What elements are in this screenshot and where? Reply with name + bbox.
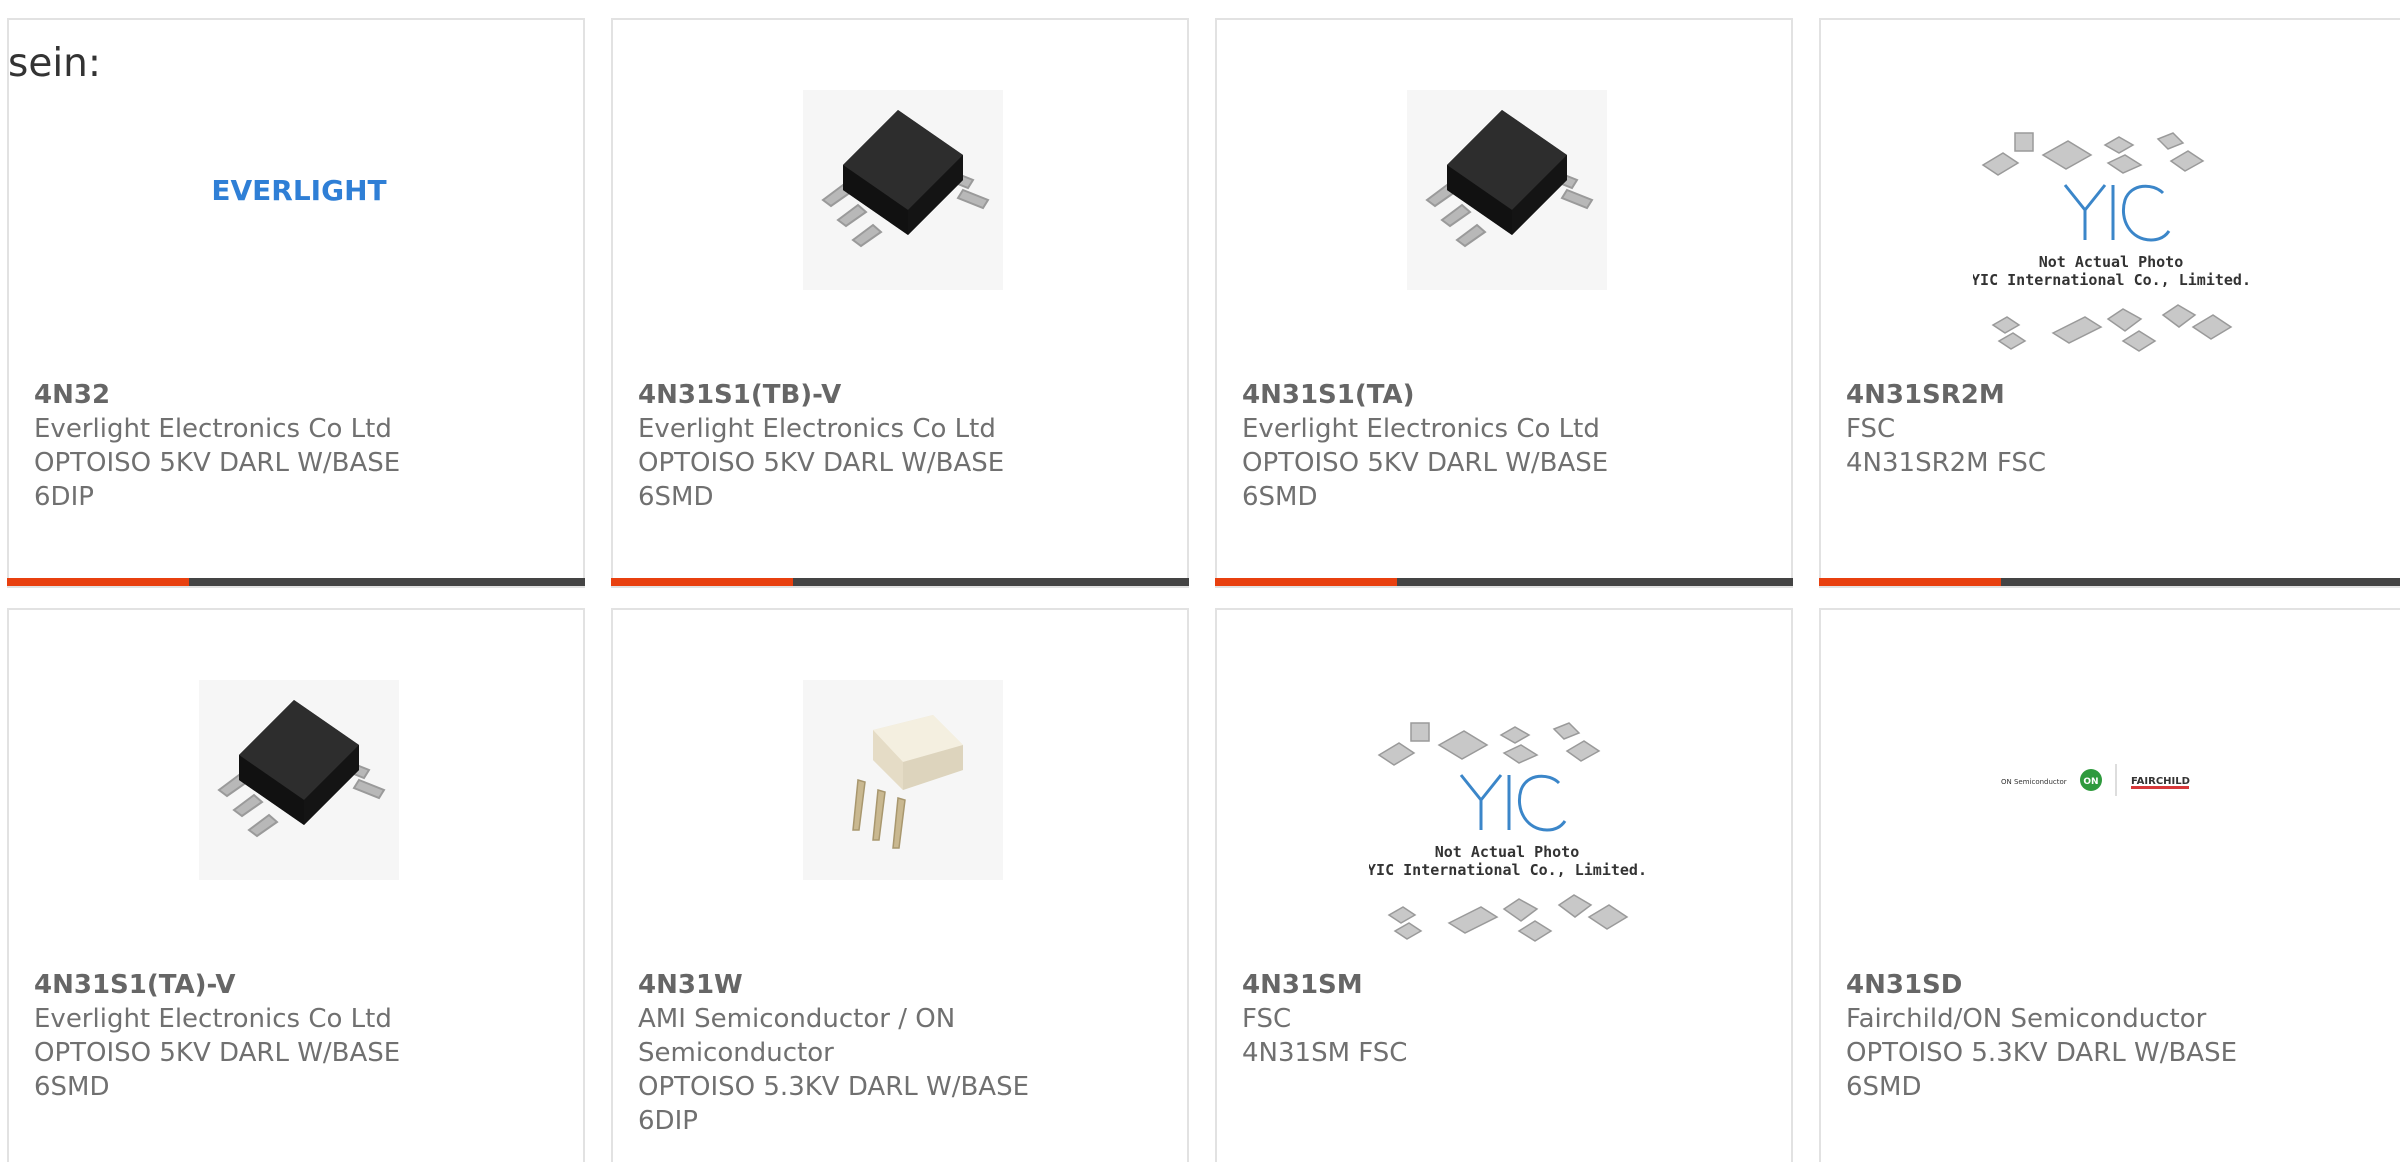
fairchild-logo-text: FAIRCHILD	[2131, 776, 2190, 787]
product-image-smd-chip	[1407, 90, 1607, 290]
product-info: 4N31SR2M FSC 4N31SR2M FSC	[1846, 378, 2246, 480]
product-image-yic-placeholder: Not Actual Photo YIC International Co., …	[1973, 105, 2249, 365]
yic-caption-2: YIC International Co., Limited.	[1369, 861, 1645, 879]
card-accent-bar	[1819, 578, 2001, 586]
description: 4N31SR2M FSC	[1846, 448, 2047, 478]
manufacturer: Everlight Electronics Co Ltd	[1242, 414, 1600, 444]
manufacturer: Everlight Electronics Co Ltd	[638, 414, 996, 444]
product-info: 4N31SD Fairchild/ON Semiconductor OPTOIS…	[1846, 968, 2246, 1104]
description: OPTOISO 5.3KV DARL W/BASE	[1846, 1038, 2238, 1068]
manufacturer: AMI Semiconductor / ON Semiconductor	[638, 1004, 956, 1068]
product-image-smd-chip	[199, 680, 399, 880]
part-number[interactable]: 4N31S1(TA)	[1242, 378, 1642, 412]
yic-caption-1: Not Actual Photo	[1435, 843, 1580, 861]
package: 6SMD	[1846, 1072, 1922, 1102]
description: OPTOISO 5KV DARL W/BASE	[34, 1038, 401, 1068]
manufacturer: Everlight Electronics Co Ltd	[34, 414, 392, 444]
part-number[interactable]: 4N32	[34, 378, 434, 412]
part-number[interactable]: 4N31S1(TA)-V	[34, 968, 434, 1002]
product-image-yic-placeholder: Not Actual Photo YIC International Co., …	[1369, 695, 1645, 955]
manufacturer: Fairchild/ON Semiconductor	[1846, 1004, 2207, 1034]
part-number[interactable]: 4N31SM	[1242, 968, 1642, 1002]
card-accent-bar	[1215, 578, 1397, 586]
product-info: 4N32 Everlight Electronics Co Ltd OPTOIS…	[34, 378, 434, 514]
product-image-smd-chip	[803, 90, 1003, 290]
product-image-dip-chip	[803, 680, 1003, 880]
manufacturer: FSC	[1242, 1004, 1292, 1034]
description: OPTOISO 5.3KV DARL W/BASE	[638, 1072, 1030, 1102]
product-card[interactable]: Not Actual Photo YIC International Co., …	[1215, 608, 1793, 1162]
description: 4N31SM FSC	[1242, 1038, 1408, 1068]
description: OPTOISO 5KV DARL W/BASE	[1242, 448, 1609, 478]
product-info: 4N31SM FSC 4N31SM FSC	[1242, 968, 1642, 1070]
card-bottom-bar	[7, 578, 585, 586]
package: 6SMD	[638, 482, 714, 512]
package: 6DIP	[34, 482, 94, 512]
product-card[interactable]: 4N31S1(TB)-V Everlight Electronics Co Lt…	[611, 18, 1189, 588]
product-card[interactable]: 4N31W AMI Semiconductor / ON Semiconduct…	[611, 608, 1189, 1162]
product-info: 4N31W AMI Semiconductor / ON Semiconduct…	[638, 968, 1038, 1138]
product-info: 4N31S1(TB)-V Everlight Electronics Co Lt…	[638, 378, 1038, 514]
product-card[interactable]: EVERLIGHT 4N32 Everlight Electronics Co …	[7, 18, 585, 588]
svg-text:ON: ON	[2083, 777, 2098, 787]
yic-caption-2: YIC International Co., Limited.	[1973, 271, 2249, 289]
product-info: 4N31S1(TA)-V Everlight Electronics Co Lt…	[34, 968, 434, 1104]
description: OPTOISO 5KV DARL W/BASE	[34, 448, 401, 478]
product-card[interactable]: 4N31S1(TA)-V Everlight Electronics Co Lt…	[7, 608, 585, 1162]
product-grid-page: sein: EVERLIGHT 4N32 Everlight Electroni…	[0, 0, 2400, 1162]
card-bottom-bar	[1215, 578, 1793, 586]
package: 6DIP	[638, 1106, 698, 1136]
part-number[interactable]: 4N31S1(TB)-V	[638, 378, 1038, 412]
onsemi-logo-text: ON Semiconductor	[2001, 778, 2067, 786]
card-bottom-bar	[611, 578, 1189, 586]
product-info: 4N31S1(TA) Everlight Electronics Co Ltd …	[1242, 378, 1642, 514]
package: 6SMD	[1242, 482, 1318, 512]
intro-text: sein:	[8, 41, 102, 86]
yic-caption-1: Not Actual Photo	[2039, 253, 2184, 271]
product-image-everlight-logo: EVERLIGHT	[199, 90, 399, 290]
card-bottom-bar	[1819, 578, 2400, 586]
package: 6SMD	[34, 1072, 110, 1102]
product-image-onsemi-fairchild-logo: ON Semiconductor ON FAIRCHILD	[1991, 740, 2231, 820]
part-number[interactable]: 4N31W	[638, 968, 1038, 1002]
description: OPTOISO 5KV DARL W/BASE	[638, 448, 1005, 478]
part-number[interactable]: 4N31SR2M	[1846, 378, 2246, 412]
product-card[interactable]: ON Semiconductor ON FAIRCHILD 4N31SD Fai…	[1819, 608, 2400, 1162]
part-number[interactable]: 4N31SD	[1846, 968, 2246, 1002]
card-accent-bar	[611, 578, 793, 586]
product-card[interactable]: 4N31S1(TA) Everlight Electronics Co Ltd …	[1215, 18, 1793, 588]
card-accent-bar	[7, 578, 189, 586]
everlight-logo-text: EVERLIGHT	[211, 174, 386, 207]
product-card[interactable]: Not Actual Photo YIC International Co., …	[1819, 18, 2400, 588]
manufacturer: FSC	[1846, 414, 1896, 444]
manufacturer: Everlight Electronics Co Ltd	[34, 1004, 392, 1034]
